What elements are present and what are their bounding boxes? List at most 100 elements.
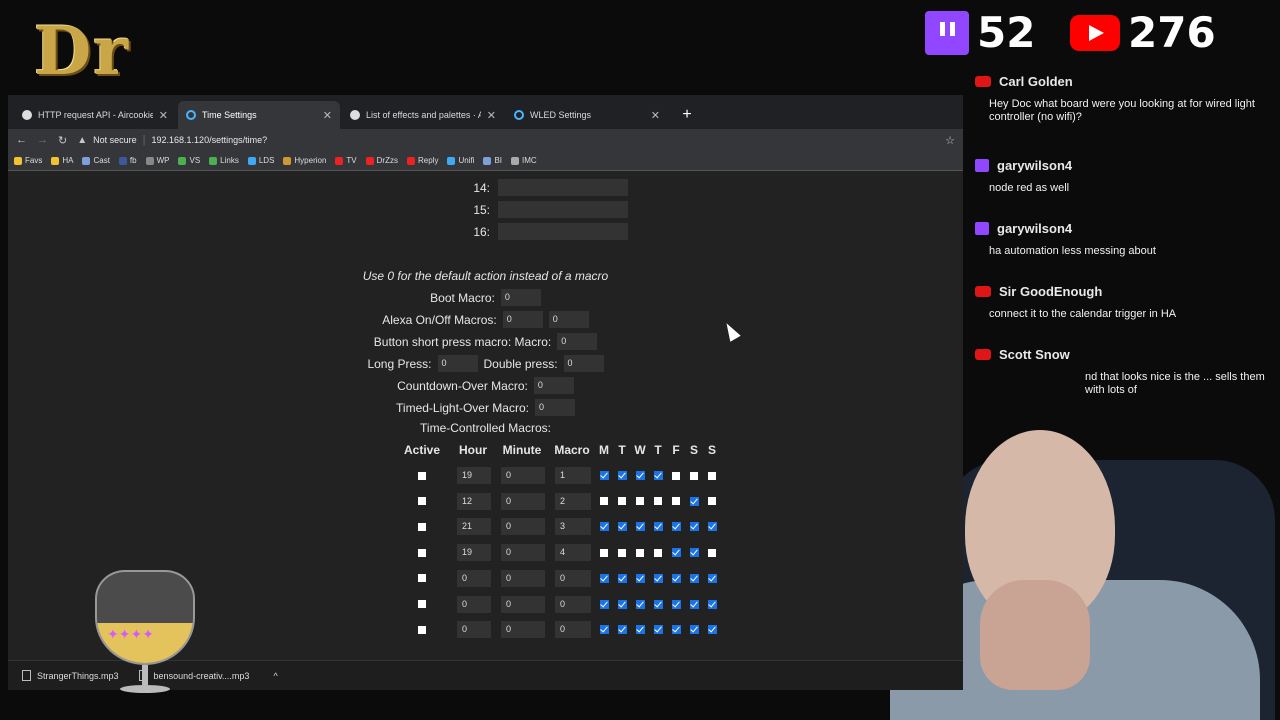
bookmark-links[interactable]: Links [209,156,239,165]
macro-input[interactable]: 3 [555,518,591,536]
double-press-input[interactable]: 0 [563,355,604,372]
forward-icon[interactable]: → [37,134,48,146]
button-macro-input[interactable]: 0 [557,333,598,350]
back-icon[interactable]: ← [16,134,27,146]
minute-input[interactable]: 0 [501,544,545,562]
day-checkbox[interactable] [599,471,609,480]
active-checkbox[interactable] [418,600,426,608]
day-checkbox[interactable] [653,522,663,532]
day-checkbox[interactable] [671,625,681,635]
tab-effects-palettes[interactable]: List of effects and palettes · Airc ✕ [342,101,504,129]
day-checkbox[interactable] [689,625,699,635]
day-checkbox[interactable] [653,471,663,480]
day-checkbox[interactable] [618,548,626,557]
active-checkbox[interactable] [418,497,426,506]
bookmark-hyperion[interactable]: Hyperion [283,156,326,165]
bookmark-imc[interactable]: IMC [511,156,537,165]
day-checkbox[interactable] [653,573,663,583]
new-tab-button[interactable]: + [676,104,698,126]
minute-input[interactable]: 0 [501,467,545,484]
macro-input[interactable]: 1 [555,467,591,484]
active-checkbox[interactable] [418,548,426,557]
day-checkbox[interactable] [635,625,645,635]
day-checkbox[interactable] [689,496,699,506]
alexa-off-input[interactable]: 0 [548,311,589,328]
macro-input[interactable]: 0 [555,595,591,613]
day-checkbox[interactable] [654,548,662,557]
day-checkbox[interactable] [635,522,645,532]
day-checkbox[interactable] [635,471,645,480]
day-checkbox[interactable] [671,522,681,532]
bookmark-lds[interactable]: LDS [247,156,274,165]
bookmark-bi[interactable]: BI [483,156,502,165]
day-checkbox[interactable] [671,548,681,558]
hour-input[interactable]: 0 [457,595,491,613]
day-checkbox[interactable] [689,548,699,558]
day-checkbox[interactable] [690,471,698,480]
bookmark-fb[interactable]: fb [118,156,137,165]
bookmark-unifi[interactable]: Unifi [447,156,474,165]
day-checkbox[interactable] [600,548,608,557]
day-checkbox[interactable] [617,522,627,532]
day-checkbox[interactable] [654,497,662,506]
active-checkbox[interactable] [418,471,426,480]
tab-wled-settings[interactable]: WLED Settings ✕ [506,101,668,129]
hour-input[interactable]: 12 [457,492,491,510]
minute-input[interactable]: 0 [501,518,545,536]
day-checkbox[interactable] [635,599,645,609]
macro-input[interactable]: 2 [555,492,591,510]
close-icon[interactable]: ✕ [323,109,332,122]
countdown-macro-input[interactable]: 0 [533,377,574,394]
minute-input[interactable]: 0 [501,492,545,510]
hour-input[interactable]: 19 [457,544,491,562]
bookmark-tv[interactable]: TV [335,156,357,165]
day-checkbox[interactable] [617,471,627,480]
macro-input[interactable]: 0 [555,621,591,639]
bookmark-star-icon[interactable]: ☆ [945,134,955,147]
long-press-input[interactable]: 0 [437,355,478,372]
day-checkbox[interactable] [617,573,627,583]
active-checkbox[interactable] [418,625,426,634]
day-checkbox[interactable] [617,599,627,609]
day-checkbox[interactable] [707,573,717,583]
boot-macro-input[interactable]: 0 [500,289,541,306]
active-checkbox[interactable] [418,574,426,583]
bookmark-ha[interactable]: HA [51,156,73,165]
reload-icon[interactable]: ↻ [58,134,67,147]
day-checkbox[interactable] [636,497,644,506]
day-checkbox[interactable] [689,522,699,532]
day-checkbox[interactable] [707,625,717,635]
day-checkbox[interactable] [671,573,681,583]
day-checkbox[interactable] [653,625,663,635]
day-checkbox[interactable] [617,625,627,635]
macro-input[interactable]: 0 [555,569,591,587]
active-checkbox[interactable] [418,522,426,531]
day-checkbox[interactable] [671,599,681,609]
day-checkbox[interactable] [599,573,609,583]
day-checkbox[interactable] [708,471,716,480]
slot-input[interactable] [498,179,628,196]
day-checkbox[interactable] [689,599,699,609]
bookmark-vs[interactable]: VS [178,156,200,165]
day-checkbox[interactable] [599,522,609,532]
close-icon[interactable]: ✕ [487,109,496,122]
hour-input[interactable]: 21 [457,518,491,536]
minute-input[interactable]: 0 [501,595,545,613]
day-checkbox[interactable] [707,522,717,532]
bookmark-wp[interactable]: WP [145,156,169,165]
tab-http-request-api[interactable]: HTTP request API - Aircookie/W ✕ [14,101,176,129]
minute-input[interactable]: 0 [501,621,545,639]
bookmark-cast[interactable]: Cast [82,156,110,165]
day-checkbox[interactable] [599,599,609,609]
day-checkbox[interactable] [635,573,645,583]
day-checkbox[interactable] [672,497,680,506]
day-checkbox[interactable] [707,599,717,609]
day-checkbox[interactable] [672,471,680,480]
day-checkbox[interactable] [708,497,716,506]
hour-input[interactable]: 0 [457,621,491,639]
slot-input[interactable] [498,223,628,240]
day-checkbox[interactable] [636,548,644,557]
day-checkbox[interactable] [600,497,608,506]
bookmark-reply[interactable]: Reply [406,156,438,165]
close-icon[interactable]: ✕ [159,109,168,122]
